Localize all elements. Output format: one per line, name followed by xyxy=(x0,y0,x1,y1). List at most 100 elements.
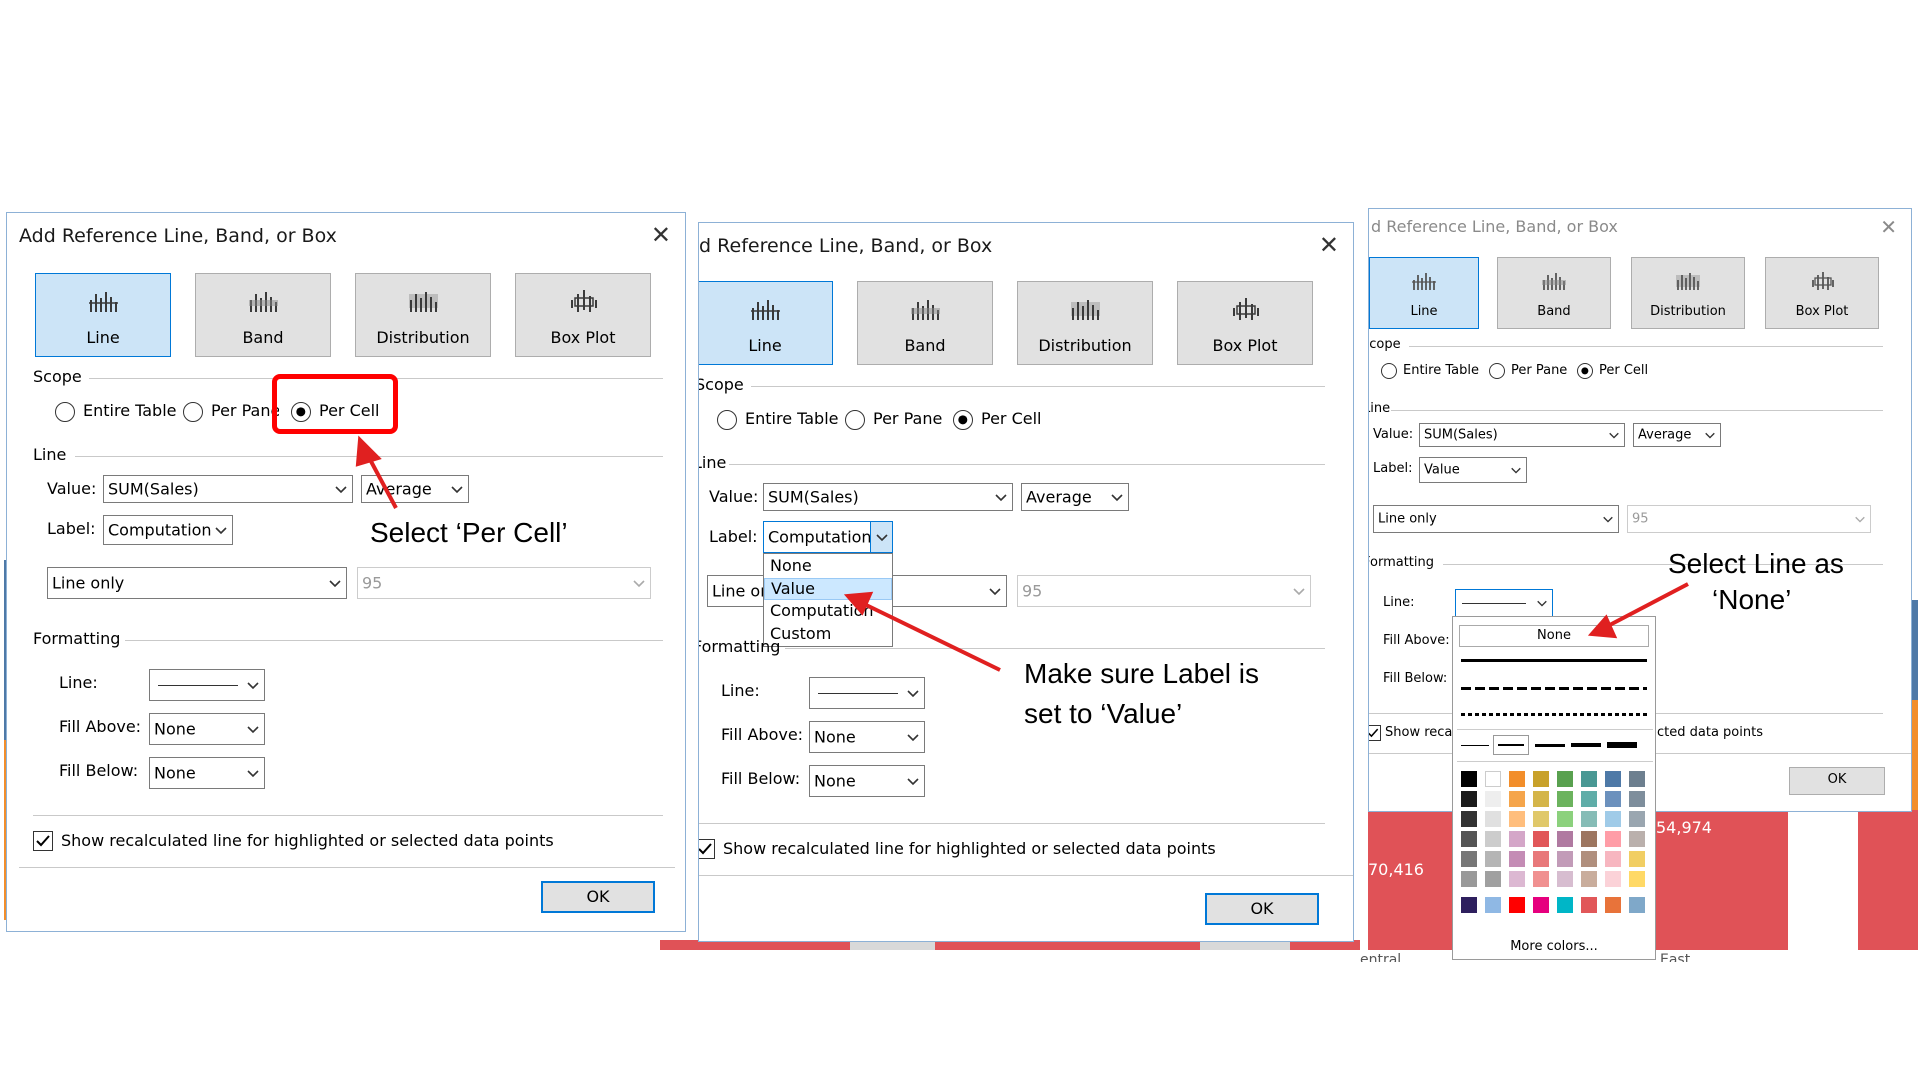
line-format-select[interactable] xyxy=(809,677,925,709)
color-swatch[interactable] xyxy=(1581,897,1597,913)
color-swatch[interactable] xyxy=(1533,791,1549,807)
type-line-button[interactable]: Line xyxy=(1369,257,1479,329)
color-swatch[interactable] xyxy=(1509,897,1525,913)
close-icon[interactable]: ✕ xyxy=(651,223,671,247)
fill-below-select[interactable]: None xyxy=(149,757,265,789)
color-swatch[interactable] xyxy=(1485,871,1501,887)
aggregation-select[interactable]: Average xyxy=(1633,423,1721,447)
color-swatch[interactable] xyxy=(1605,871,1621,887)
color-swatch[interactable] xyxy=(1509,851,1525,867)
fill-above-select[interactable]: None xyxy=(809,721,925,753)
type-band-button[interactable]: Band xyxy=(1497,257,1611,329)
color-swatch[interactable] xyxy=(1605,791,1621,807)
label-option-value[interactable]: Value xyxy=(764,578,892,600)
more-colors-link[interactable]: More colors... xyxy=(1453,939,1655,954)
type-band-button[interactable]: Band xyxy=(195,273,331,357)
recalc-checkbox[interactable] xyxy=(699,839,715,859)
color-swatch[interactable] xyxy=(1629,851,1645,867)
close-icon[interactable]: ✕ xyxy=(1880,215,1897,239)
color-swatch[interactable] xyxy=(1509,831,1525,847)
fill-above-select[interactable]: None xyxy=(149,713,265,745)
ok-button[interactable]: OK xyxy=(1205,893,1319,925)
color-swatch[interactable] xyxy=(1461,831,1477,847)
scope-entire-table-radio[interactable] xyxy=(55,402,75,422)
color-swatch[interactable] xyxy=(1629,791,1645,807)
label-option-custom[interactable]: Custom xyxy=(764,624,892,646)
line-width-4[interactable] xyxy=(1571,743,1601,747)
color-swatch[interactable] xyxy=(1461,851,1477,867)
line-width-3[interactable] xyxy=(1535,744,1565,747)
recalc-checkbox[interactable] xyxy=(33,831,53,851)
type-distribution-button[interactable]: Distribution xyxy=(355,273,491,357)
color-swatch[interactable] xyxy=(1581,831,1597,847)
color-swatch[interactable] xyxy=(1581,791,1597,807)
line-format-select[interactable] xyxy=(149,669,265,701)
color-swatch[interactable] xyxy=(1509,871,1525,887)
color-swatch[interactable] xyxy=(1509,771,1525,787)
scope-per-cell-radio[interactable] xyxy=(953,410,973,430)
label-option-none[interactable]: None xyxy=(764,556,892,578)
color-swatch[interactable] xyxy=(1557,791,1573,807)
color-swatch[interactable] xyxy=(1629,831,1645,847)
scope-per-pane-radio[interactable] xyxy=(183,402,203,422)
color-swatch[interactable] xyxy=(1533,871,1549,887)
color-swatch[interactable] xyxy=(1581,811,1597,827)
line-width-1[interactable] xyxy=(1461,745,1489,746)
color-swatch[interactable] xyxy=(1533,897,1549,913)
color-swatch[interactable] xyxy=(1485,771,1501,787)
ok-button[interactable]: OK xyxy=(541,881,655,913)
type-box-plot-button[interactable]: Box Plot xyxy=(1177,281,1313,365)
color-swatch[interactable] xyxy=(1461,811,1477,827)
type-line-button[interactable]: Line xyxy=(35,273,171,357)
line-format-select[interactable] xyxy=(1455,589,1553,617)
color-swatch[interactable] xyxy=(1629,871,1645,887)
color-swatch[interactable] xyxy=(1557,811,1573,827)
color-swatch[interactable] xyxy=(1533,811,1549,827)
line-type-select[interactable]: Line only xyxy=(47,567,347,599)
color-swatch[interactable] xyxy=(1581,771,1597,787)
aggregation-select[interactable]: Average xyxy=(1021,483,1129,511)
label-select[interactable]: Value xyxy=(1419,457,1527,483)
color-swatch[interactable] xyxy=(1533,831,1549,847)
color-swatch[interactable] xyxy=(1461,771,1477,787)
color-swatch[interactable] xyxy=(1605,851,1621,867)
color-swatch[interactable] xyxy=(1485,897,1501,913)
line-width-2-selected[interactable] xyxy=(1493,735,1529,755)
type-line-button[interactable]: Line xyxy=(699,281,833,365)
ok-button[interactable]: OK xyxy=(1789,767,1885,795)
type-box-plot-button[interactable]: Box Plot xyxy=(1765,257,1879,329)
scope-entire-table-radio[interactable] xyxy=(1381,363,1397,379)
color-swatch[interactable] xyxy=(1509,811,1525,827)
label-select[interactable]: Computation xyxy=(103,515,233,545)
color-swatch[interactable] xyxy=(1605,811,1621,827)
line-style-dashed[interactable] xyxy=(1461,687,1647,690)
color-swatch[interactable] xyxy=(1629,811,1645,827)
line-type-select[interactable]: Line only xyxy=(1373,505,1619,533)
scope-per-pane-radio[interactable] xyxy=(845,410,865,430)
value-field-select[interactable]: SUM(Sales) xyxy=(1419,423,1625,447)
color-swatch[interactable] xyxy=(1461,791,1477,807)
color-swatch[interactable] xyxy=(1557,851,1573,867)
color-swatch[interactable] xyxy=(1461,871,1477,887)
color-swatch[interactable] xyxy=(1557,831,1573,847)
label-select[interactable]: Computation xyxy=(763,521,893,553)
fill-below-select[interactable]: None xyxy=(809,765,925,797)
color-swatch[interactable] xyxy=(1605,897,1621,913)
recalc-checkbox[interactable] xyxy=(1369,725,1381,741)
close-icon[interactable]: ✕ xyxy=(1319,233,1339,257)
color-swatch[interactable] xyxy=(1557,771,1573,787)
color-swatch[interactable] xyxy=(1533,771,1549,787)
color-swatch[interactable] xyxy=(1629,771,1645,787)
color-swatch[interactable] xyxy=(1581,871,1597,887)
color-swatch[interactable] xyxy=(1581,851,1597,867)
type-box-plot-button[interactable]: Box Plot xyxy=(515,273,651,357)
line-none-option[interactable]: None xyxy=(1459,625,1649,647)
color-swatch[interactable] xyxy=(1485,791,1501,807)
line-width-5[interactable] xyxy=(1607,742,1637,748)
value-field-select[interactable]: SUM(Sales) xyxy=(103,475,353,503)
color-swatch[interactable] xyxy=(1485,831,1501,847)
aggregation-select[interactable]: Average xyxy=(361,475,469,503)
scope-entire-table-radio[interactable] xyxy=(717,410,737,430)
type-distribution-button[interactable]: Distribution xyxy=(1631,257,1745,329)
value-field-select[interactable]: SUM(Sales) xyxy=(763,483,1013,511)
